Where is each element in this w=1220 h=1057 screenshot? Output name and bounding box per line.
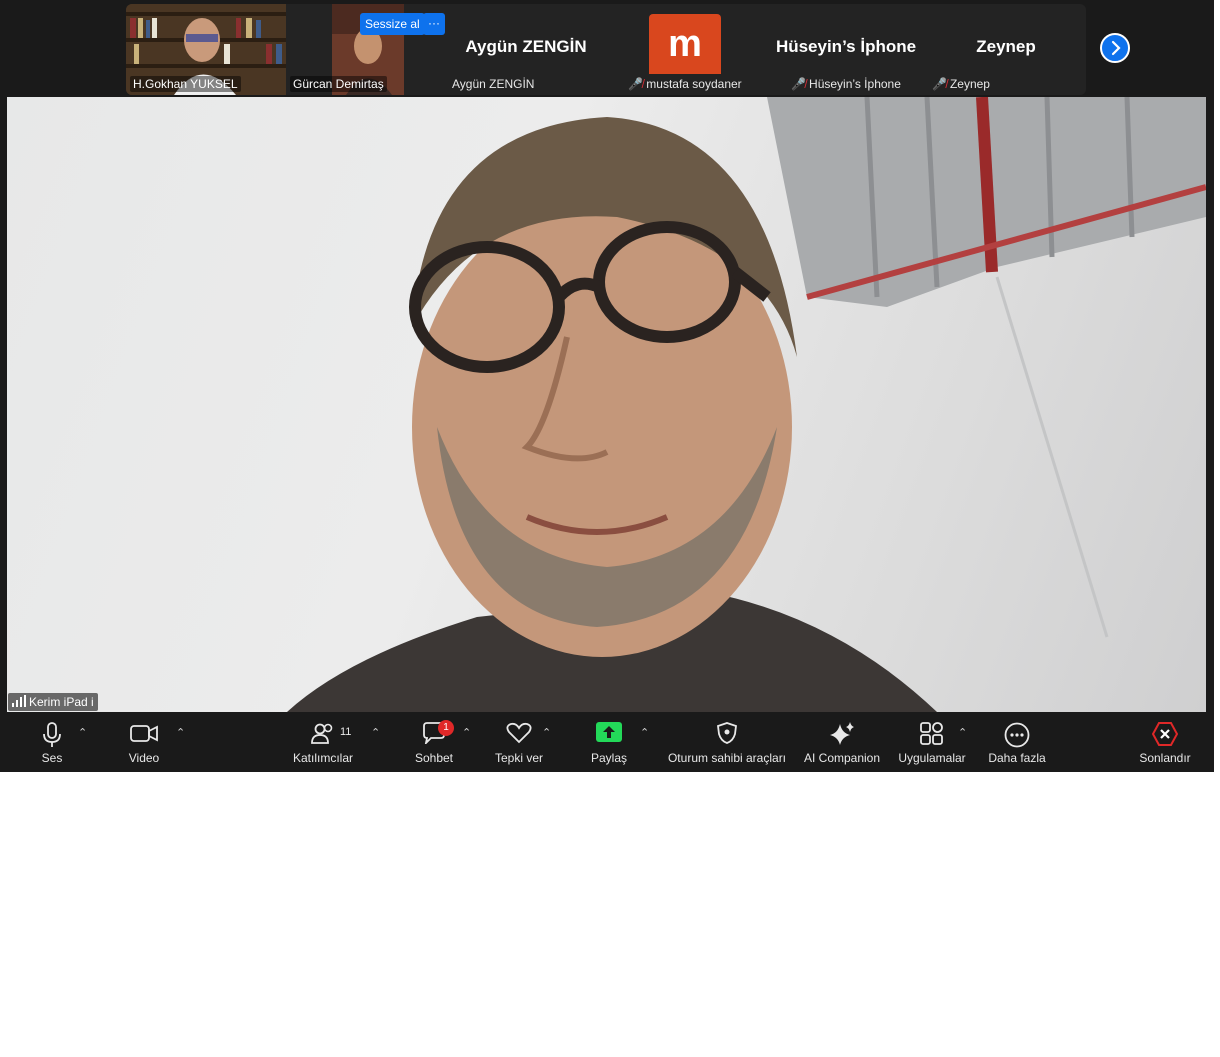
chevron-right-icon — [1111, 40, 1121, 56]
participant-name-label: Hüseyin’s İphone — [809, 77, 901, 91]
shield-icon — [717, 722, 737, 744]
participant-name-row: 🎤̸ mustafa soydaner — [610, 77, 760, 91]
audio-options-caret-icon[interactable]: ⌃ — [78, 726, 87, 739]
share-label: Paylaş — [590, 751, 628, 765]
participants-icon — [311, 723, 333, 744]
heart-icon — [506, 722, 532, 744]
share-options-caret-icon[interactable]: ⌃ — [640, 726, 649, 739]
next-page-button[interactable] — [1100, 33, 1130, 63]
chat-unread-badge: 1 — [438, 720, 454, 736]
apps-label: Uygulamalar — [898, 751, 966, 765]
meeting-toolbar: Ses ⌃ Video ⌃ Katılımcılar 11 ⌃ Sohbet 1… — [0, 712, 1214, 772]
react-options-caret-icon[interactable]: ⌃ — [542, 726, 551, 739]
microphone-icon — [43, 722, 61, 747]
unmute-button[interactable]: Sessize al — [360, 13, 425, 35]
chat-button[interactable]: Sohbet — [404, 712, 464, 772]
video-camera-icon — [130, 725, 158, 742]
share-button[interactable]: Paylaş — [579, 712, 639, 772]
audio-label: Ses — [41, 751, 63, 765]
speaker-name-label: Kerim iPad i — [8, 693, 98, 711]
participant-name-label: Gürcan Demirtaş — [290, 76, 387, 92]
active-speaker-video: Kerim iPad i — [7, 97, 1206, 712]
muted-mic-icon: 🎤̸ — [932, 77, 947, 91]
end-call-icon — [1152, 722, 1178, 746]
participants-options-caret-icon[interactable]: ⌃ — [371, 726, 380, 739]
chat-options-caret-icon[interactable]: ⌃ — [462, 726, 471, 739]
video-options-caret-icon[interactable]: ⌃ — [176, 726, 185, 739]
participant-display-name: Zeynep — [976, 37, 1036, 56]
participant-tile-huseyin[interactable]: Hüseyin’s İphone 🎤̸ Hüseyin’s İphone — [766, 4, 926, 95]
avatar: m — [649, 14, 721, 74]
speaker-video-image — [287, 97, 1206, 712]
participant-name-label: mustafa soydaner — [646, 77, 742, 91]
muted-mic-icon: 🎤̸ — [791, 77, 807, 91]
participant-name-label: Aygün ZENGİN — [452, 77, 535, 91]
host-tools-label: Oturum sahibi araçları — [667, 751, 787, 765]
more-dots-icon — [1004, 722, 1030, 748]
participant-tile-aygun[interactable]: Aygün ZENGİN Aygün ZENGİN — [446, 4, 606, 95]
video-label: Video — [128, 751, 160, 765]
sparkle-icon — [830, 722, 854, 745]
audio-button[interactable]: Ses — [22, 712, 82, 772]
ai-companion-button[interactable]: AI Companion — [802, 712, 882, 772]
end-label: Sonlandır — [1139, 751, 1191, 765]
react-label: Tepki ver — [494, 751, 544, 765]
participant-tile-gokhan[interactable]: H.Gokhan YUKSEL — [126, 4, 286, 95]
signal-bars-icon — [12, 694, 26, 712]
more-label: Daha fazla — [988, 751, 1046, 765]
apps-button[interactable]: Uygulamalar — [897, 712, 967, 772]
participant-name-row: 🎤̸ Hüseyin’s İphone — [766, 77, 926, 91]
react-button[interactable]: Tepki ver — [489, 712, 549, 772]
share-screen-icon — [596, 722, 622, 742]
apps-options-caret-icon[interactable]: ⌃ — [958, 726, 967, 739]
participant-display-name: Aygün ZENGİN — [465, 37, 587, 56]
chat-label: Sohbet — [414, 751, 454, 765]
participant-tile-mustafa[interactable]: m 🎤̸ mustafa soydaner — [610, 4, 760, 95]
end-meeting-button[interactable]: Sonlandır — [1135, 712, 1195, 772]
participants-button[interactable]: Katılımcılar — [288, 712, 358, 772]
apps-icon — [920, 722, 943, 745]
participant-tile-zeynep[interactable]: Zeynep 🎤̸ Zeynep — [926, 4, 1086, 95]
tile-more-button[interactable]: ··· — [423, 13, 445, 35]
participant-name-label: H.Gokhan YUKSEL — [130, 76, 241, 92]
speaker-name: Kerim iPad i — [29, 695, 94, 709]
video-button[interactable]: Video — [114, 712, 174, 772]
more-button[interactable]: Daha fazla — [987, 712, 1047, 772]
ai-companion-label: AI Companion — [803, 751, 881, 765]
participant-name-row: 🎤̸ Zeynep — [932, 77, 1086, 91]
participants-label: Katılımcılar — [292, 751, 354, 765]
host-tools-button[interactable]: Oturum sahibi araçları — [667, 712, 787, 772]
participant-display-name: Hüseyin’s İphone — [775, 37, 917, 56]
meeting-window: H.Gokhan YUKSEL Gürcan Demirtaş Sessize … — [0, 0, 1214, 772]
muted-mic-icon: 🎤̸ — [628, 77, 644, 91]
window-edge — [1214, 0, 1220, 772]
participant-name-label: Zeynep — [949, 77, 990, 91]
participants-count: 11 — [340, 726, 352, 738]
participant-strip: H.Gokhan YUKSEL Gürcan Demirtaş Sessize … — [126, 4, 1086, 95]
